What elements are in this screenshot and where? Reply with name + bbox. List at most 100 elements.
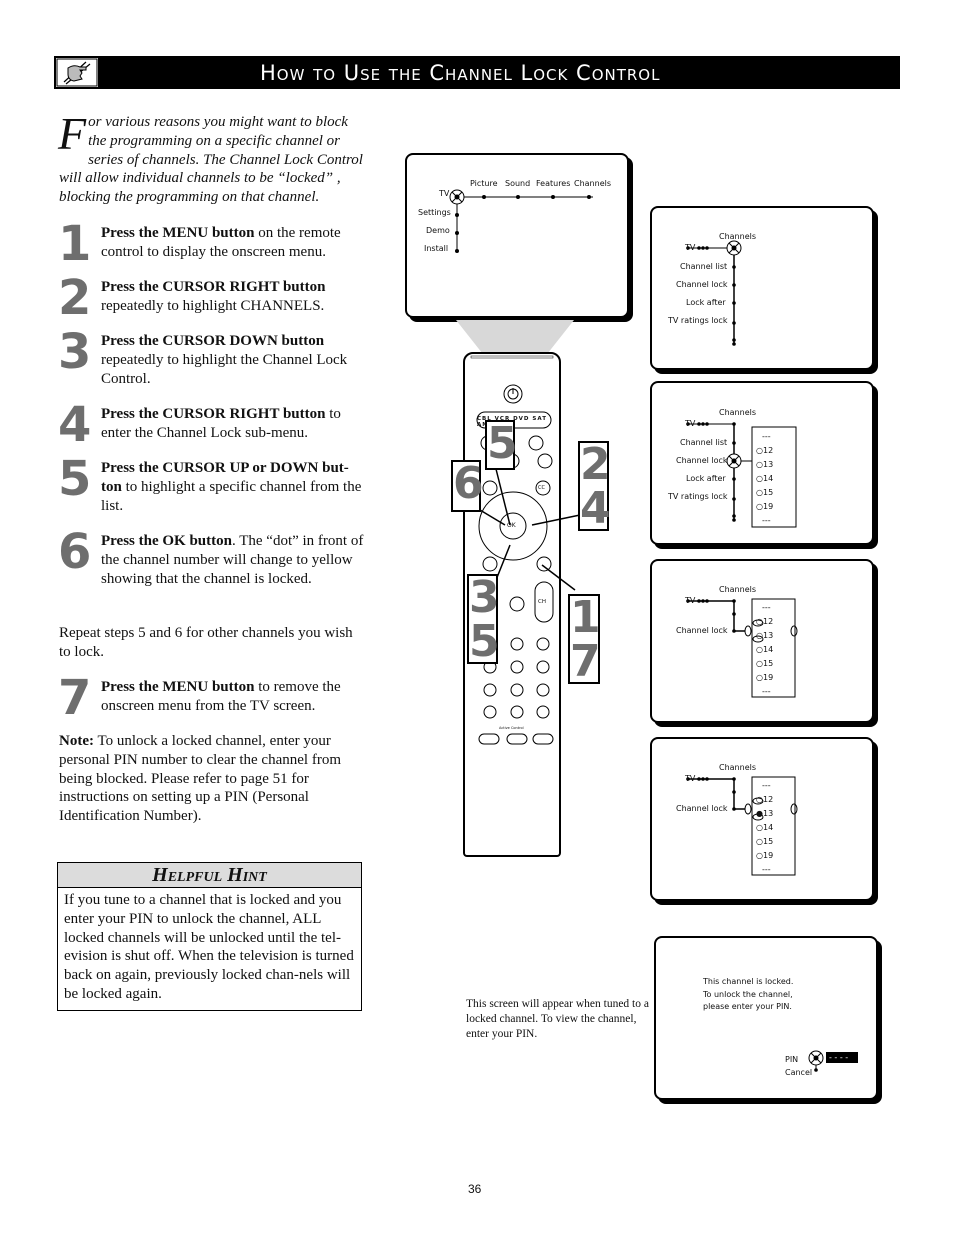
menu-root[interactable]: TV	[685, 596, 695, 605]
menu-item-install[interactable]: Install	[424, 244, 448, 253]
repeat-note: Repeat steps 5 and 6 for other channels …	[59, 625, 353, 660]
channel-list-item[interactable]: ---	[756, 514, 773, 528]
page-title: How to Use the Channel Lock Control	[260, 61, 661, 85]
locked-message-line: This channel is locked.	[703, 977, 794, 986]
menu-dot	[587, 195, 591, 199]
tv-screen-main-menu: TV Picture Sound Features Channels Setti…	[405, 153, 629, 318]
channel-list-item[interactable]: ○14	[756, 821, 773, 835]
channel-list-item[interactable]: ○13	[756, 458, 773, 472]
pin-input[interactable]: - - - -	[826, 1052, 858, 1063]
channel-list-item[interactable]: ○15	[756, 657, 773, 671]
dropcap: F	[58, 108, 87, 159]
submenu-title: Channels	[719, 232, 757, 241]
channel-list-item[interactable]: ○13	[756, 629, 773, 643]
cursor-icon	[449, 189, 465, 205]
step-3: 3 Press the CURSOR DOWN button repeatedl…	[58, 326, 368, 388]
menu-item-settings[interactable]: Settings	[418, 208, 451, 217]
callout-steps-2-4: 2 4	[578, 439, 611, 534]
channel-list-item[interactable]: ○12	[756, 444, 773, 458]
cursor-icon	[808, 1050, 824, 1066]
submenu-title: Channels	[719, 763, 757, 772]
menu-item-channel-lock[interactable]: Channel lock	[676, 626, 728, 635]
step-6: 6 Press the OK button. The “dot” in fron…	[58, 526, 368, 588]
channel-list: --- ○12 ○13 ○14 ○15 ○19 ---	[756, 601, 773, 699]
step-bold: Press the CURSOR RIGHT button	[101, 279, 326, 295]
channel-list-item[interactable]: ○15	[756, 835, 773, 849]
channel-list-item[interactable]: ○12	[756, 615, 773, 629]
menu-root[interactable]: TV	[685, 419, 695, 428]
menu-root[interactable]: TV	[439, 189, 449, 198]
tv-screen-channel-locked: Channels TV Channel lock --- ○12 ●13 ○14…	[650, 737, 874, 901]
page-number: 36	[468, 1182, 482, 1196]
menu-item-channel-list[interactable]: Channel list	[680, 262, 727, 271]
channel-list-item[interactable]: ---	[756, 601, 773, 615]
menu-dot	[455, 231, 459, 235]
cursor-icon	[726, 240, 742, 256]
channel-list-item[interactable]: ○19	[756, 849, 773, 863]
intro-paragraph: For various reasons you might want to bl…	[58, 108, 364, 207]
unlock-note: Note: To unlock a locked channel, enter …	[59, 732, 364, 826]
note-text: To unlock a locked channel, enter your p…	[59, 733, 341, 825]
helpful-hint-box: Helpful Hint If you tune to a channel th…	[57, 862, 362, 1011]
channel-list-item-locked[interactable]: ●13	[756, 807, 773, 821]
step-7: 7 Press the MENU button to remove the on…	[58, 672, 368, 724]
menu-item-picture[interactable]: Picture	[470, 179, 498, 188]
menu-item-sound[interactable]: Sound	[505, 179, 530, 188]
menu-item-demo[interactable]: Demo	[426, 226, 450, 235]
channel-list-item[interactable]: ○14	[756, 472, 773, 486]
step-number: 2	[58, 270, 92, 326]
step-number: 4	[58, 397, 92, 453]
right-arrow-icon	[790, 625, 798, 637]
step-bold: Press the OK button	[101, 533, 232, 549]
active-control-buttons	[478, 733, 554, 745]
channel-list-item[interactable]: ○15	[756, 486, 773, 500]
step-2: 2 Press the CURSOR RIGHT button repeated…	[58, 272, 368, 324]
locked-message-line: To unlock the channel,	[703, 989, 793, 999]
menu-item-channel-lock[interactable]: Channel lock	[676, 804, 728, 813]
menu-item-channel-list[interactable]: Channel list	[680, 438, 727, 447]
hand-pointing-icon	[55, 57, 99, 88]
locked-message: This channel is locked. To unlock the ch…	[703, 976, 793, 1014]
menu-item-channel-lock[interactable]: Channel lock	[676, 280, 728, 289]
channel-list-item[interactable]: ---	[756, 430, 773, 444]
channel-list: --- ○12 ●13 ○14 ○15 ○19 ---	[756, 779, 773, 877]
left-arrow-icon	[744, 803, 752, 815]
tv-screen-channel-lock-highlighted: Channels TV Channel list Channel lock Lo…	[650, 381, 874, 545]
pin-screen-caption: This screen will appear when tuned to a …	[466, 998, 649, 1040]
submenu-title: Channels	[719, 408, 757, 417]
pin-label: PIN	[785, 1055, 799, 1064]
channel-list-item[interactable]: ○19	[756, 500, 773, 514]
step-bold: Press the CURSOR RIGHT button	[101, 406, 326, 422]
step-text: repeatedly to highlight the Channel Lock…	[101, 351, 348, 387]
menu-root[interactable]: TV	[685, 243, 695, 252]
menu-item-features[interactable]: Features	[536, 179, 570, 188]
locked-message-line: please enter your PIN.	[703, 1002, 792, 1011]
menu-item-lock-after[interactable]: Lock after	[686, 298, 726, 307]
tv-screen-channel-list-navigate: Channels TV Channel lock --- ○12 ○13 ○14…	[650, 559, 874, 723]
menu-dot	[482, 195, 486, 199]
menu-item-channel-lock[interactable]: Channel lock	[676, 456, 728, 465]
channel-list-item[interactable]: ---	[756, 863, 773, 877]
step-text: repeatedly to highlight CHANNELS.	[101, 297, 325, 314]
left-arrow-icon	[744, 625, 752, 637]
channel-list: --- ○12 ○13 ○14 ○15 ○19 ---	[756, 430, 773, 528]
menu-item-lock-after[interactable]: Lock after	[686, 474, 726, 483]
menu-dot	[551, 195, 555, 199]
menu-item-tv-ratings-lock[interactable]: TV ratings lock	[668, 316, 727, 325]
menu-root[interactable]: TV	[685, 774, 695, 783]
step-5: 5 Press the CURSOR UP or DOWN but-ton to…	[58, 453, 368, 515]
channel-list-item[interactable]: ---	[756, 685, 773, 699]
menu-item-tv-ratings-lock[interactable]: TV ratings lock	[668, 492, 727, 501]
active-control-label: Active Control	[499, 726, 524, 730]
note-label: Note:	[59, 733, 94, 749]
channel-list-item[interactable]: ○12	[756, 793, 773, 807]
step-number: 5	[58, 451, 92, 507]
step-number: 1	[58, 216, 92, 272]
channel-list-item[interactable]: ○19	[756, 671, 773, 685]
cancel-option[interactable]: Cancel	[785, 1068, 812, 1077]
menu-item-channels[interactable]: Channels	[574, 179, 611, 188]
tv-screen-channels-menu: Channels TV Channel list Channel lock Lo…	[650, 206, 874, 370]
channel-list-item[interactable]: ---	[756, 779, 773, 793]
step-number: 3	[58, 324, 92, 380]
channel-list-item[interactable]: ○14	[756, 643, 773, 657]
